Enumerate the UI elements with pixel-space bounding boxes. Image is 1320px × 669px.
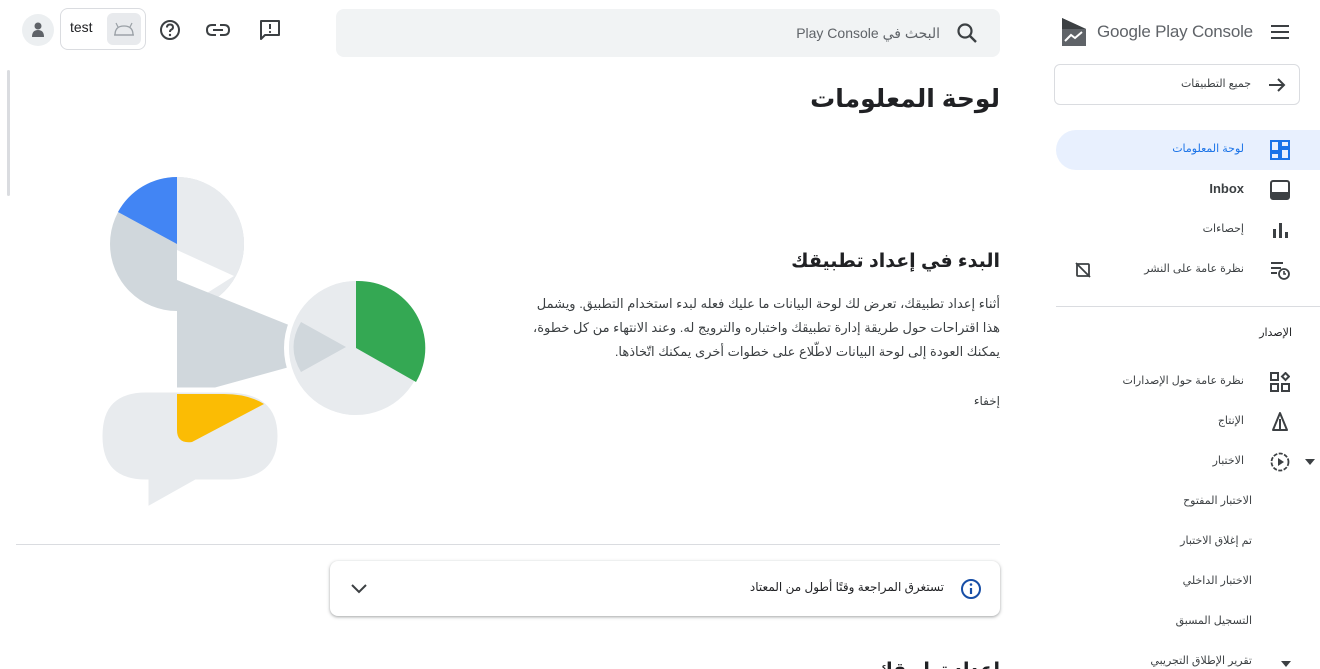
arrow-forward-icon [1269,78,1286,92]
sidebar-item-label: نظرة عامة حول الإصدارات [1122,375,1245,387]
sidebar-item-closed-testing[interactable]: تم إغلاق الاختبار [1056,522,1320,562]
setup-description: أثناء إعداد تطبيقك، تعرض لك لوحة البيانا… [533,296,1000,359]
account-avatar[interactable] [22,14,54,46]
chevron-down-icon[interactable] [1280,658,1292,669]
section-divider [16,544,1000,545]
logo-text: Google Play Console [1097,22,1253,41]
chevron-down-icon[interactable] [348,577,370,599]
sidebar-item-label: الاختبار المفتوح [1183,495,1252,507]
sidebar-item-label: تم إغلاق الاختبار [1180,535,1252,547]
menu-icon[interactable] [1270,22,1290,42]
sidebar-item-publishing-overview[interactable]: نظرة عامة على النشر [1056,250,1320,290]
sidebar-item-label: الاختبار الداخلي [1182,575,1252,587]
content-scrollbar[interactable] [7,70,10,196]
sidebar-item-dashboard[interactable]: لوحة المعلومات [1056,130,1320,170]
setup-heading: البدء في إعداد تطبيقك [791,251,1000,272]
feedback-icon [260,20,280,40]
sidebar-item-inbox[interactable]: Inbox [1056,170,1320,210]
inbox-icon [1270,180,1290,200]
review-notice-card[interactable]: تستغرق المراجعة وقتًا أطول من المعتاد [330,561,1000,616]
sidebar-item-label: التسجيل المسبق [1175,615,1252,627]
sidebar-item-internal-testing[interactable]: الاختبار الداخلي [1056,562,1320,602]
search-input[interactable] [380,9,940,57]
help-icon [160,20,180,40]
sidebar-item-releases-overview[interactable]: نظرة عامة حول الإصدارات [1056,362,1320,402]
hide-setup-link[interactable]: إخفاء [974,394,1000,408]
next-section-heading: إعداد تطبيقك [875,659,1000,669]
testing-icon [1270,452,1290,472]
sidebar-item-label: لوحة المعلومات [1172,143,1244,155]
page-title: لوحة المعلومات [810,85,1000,113]
info-icon [961,579,981,599]
review-notice-text: تستغرق المراجعة وقتًا أطول من المعتاد [749,580,944,594]
play-console-page: test البحث في Play Console لوحة المعلوما… [0,0,1320,669]
help-button[interactable] [158,18,182,42]
releases-overview-icon [1270,372,1290,392]
app-selector[interactable]: test [60,8,146,50]
app-name: test [70,19,93,35]
sidebar-item-open-testing[interactable]: الاختبار المفتوح [1056,482,1320,522]
user-avatar-icon [32,22,44,37]
link-icon [206,24,230,36]
bar-chart-icon [1273,223,1288,238]
android-icon [107,13,141,45]
sidebar-item-label: نظرة عامة على النشر [1144,263,1244,275]
sidebar-item-label: Inbox [1209,181,1244,196]
release-section-heading: الإصدار [1259,327,1292,339]
sidebar-item-statistics[interactable]: إحصاءات [1056,210,1320,250]
sidebar-item-pre-launch-report[interactable]: تقرير الإطلاق التجريبي [1056,642,1320,669]
publishing-off-icon [1075,262,1091,278]
sidebar-item-label: الإنتاج [1217,415,1244,427]
sidebar-item-production[interactable]: الإنتاج [1056,402,1320,442]
setup-illustration [97,176,428,515]
publishing-overview-icon [1271,262,1290,280]
sidebar-item-pre-registration[interactable]: التسجيل المسبق [1056,602,1320,642]
production-icon [1272,412,1288,431]
chevron-down-icon[interactable] [1304,456,1316,468]
all-apps-label: جميع التطبيقات [1180,78,1251,90]
dashboard-icon [1270,140,1290,160]
link-button[interactable] [206,18,230,42]
feedback-button[interactable] [258,18,282,42]
sidebar-item-label: إحصاءات [1202,223,1244,235]
play-console-logo[interactable]: Google Play Console [1060,16,1260,48]
sidebar-item-label: الاختبار [1212,455,1244,467]
all-apps-button[interactable]: جميع التطبيقات [1054,64,1300,105]
sidebar-item-testing[interactable]: الاختبار [1056,442,1320,482]
play-console-logo-icon [1062,18,1086,46]
sidebar-item-label: تقرير الإطلاق التجريبي [1150,655,1252,667]
search-bar [336,9,1000,57]
sidebar-divider [1056,306,1320,307]
search-icon[interactable] [956,22,978,44]
